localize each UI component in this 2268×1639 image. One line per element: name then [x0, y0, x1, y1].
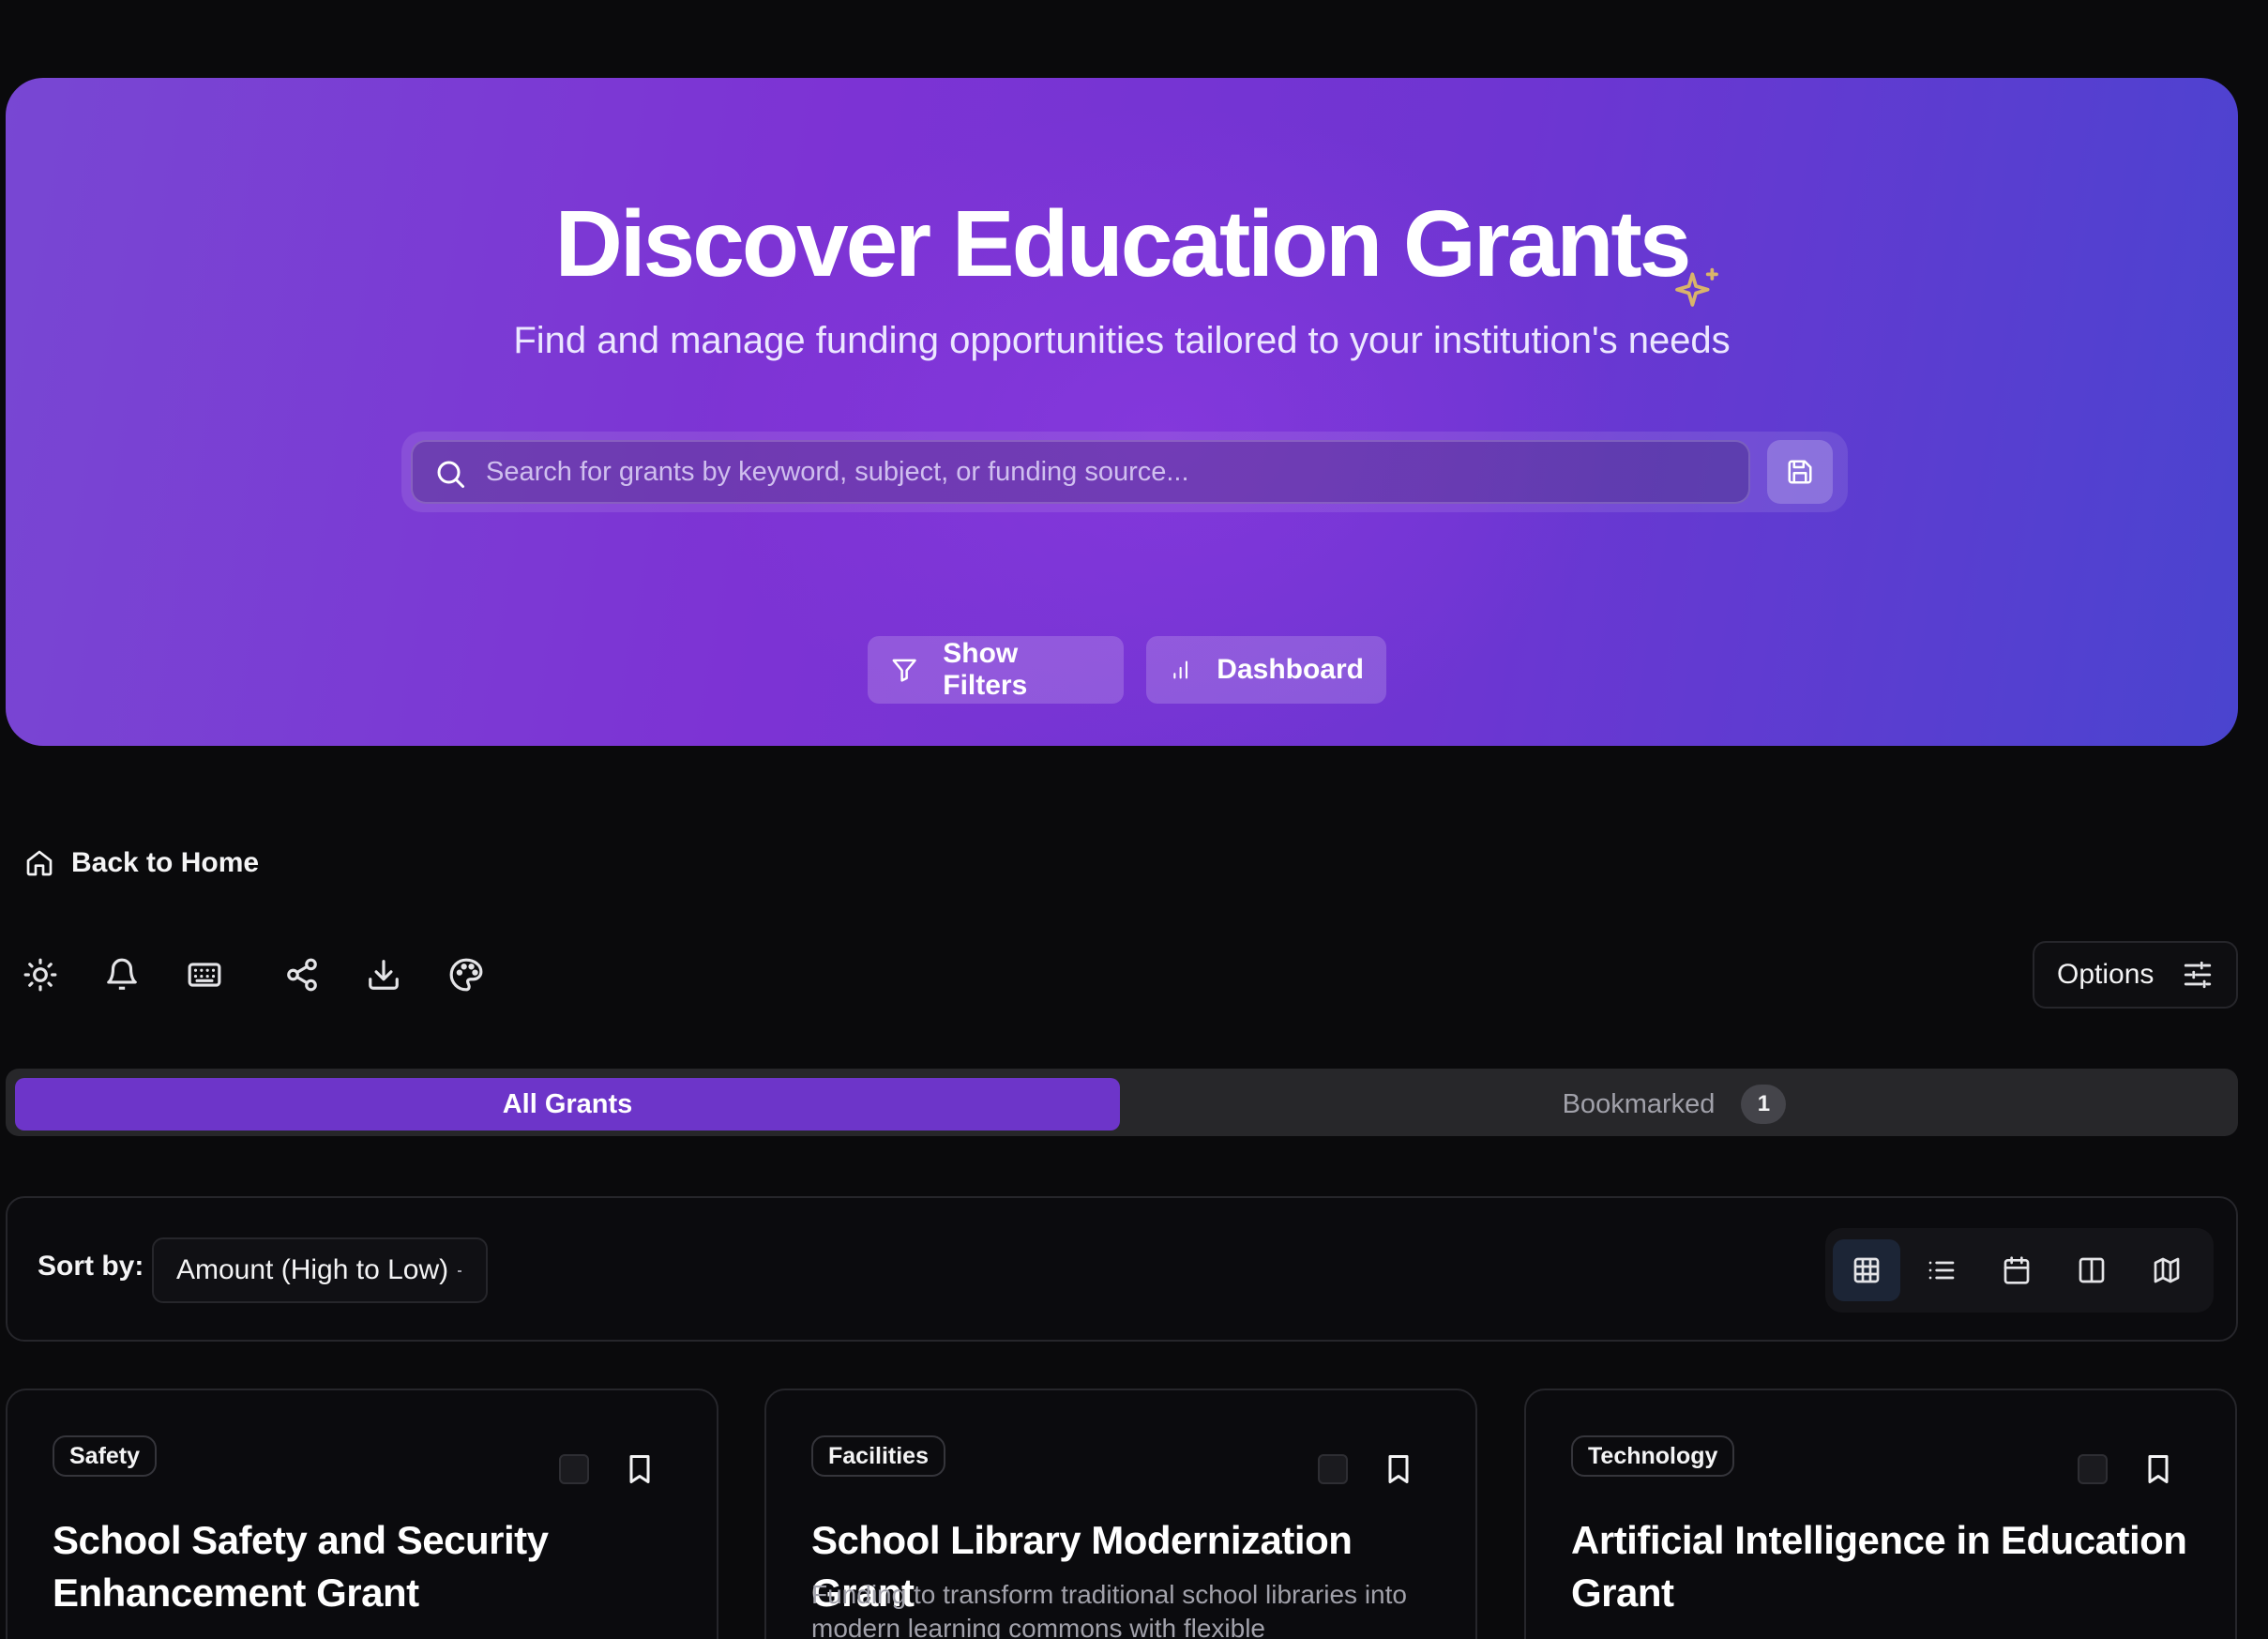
map-view-button[interactable]	[2133, 1239, 2200, 1301]
grant-tabs: All Grants Bookmarked 1	[6, 1069, 2238, 1136]
list-view-button[interactable]	[1908, 1239, 1975, 1301]
grant-title[interactable]: School Safety and Security Enhancement G…	[53, 1514, 690, 1619]
dashboard-button[interactable]: Dashboard	[1146, 636, 1386, 704]
tab-bookmarked[interactable]: Bookmarked 1	[1120, 1078, 2229, 1131]
compare-checkbox[interactable]	[559, 1454, 589, 1484]
page-title: Discover Education Grants	[554, 191, 1692, 296]
sort-selected-value: Amount (High to Low)	[176, 1254, 449, 1285]
palette-icon[interactable]	[448, 957, 484, 993]
sun-icon[interactable]	[23, 957, 58, 993]
bookmark-icon[interactable]	[1382, 1452, 1415, 1486]
share-icon[interactable]	[284, 957, 320, 993]
search-box[interactable]	[411, 440, 1750, 504]
dashboard-label: Dashboard	[1217, 654, 1364, 685]
filter-icon	[892, 659, 916, 682]
view-mode-group	[1825, 1228, 2214, 1313]
show-filters-label: Show Filters	[943, 638, 1028, 701]
page-subtitle: Find and manage funding opportunities ta…	[513, 320, 1731, 361]
category-badge: Safety	[53, 1435, 158, 1477]
search-bar	[401, 432, 1848, 512]
sort-select[interactable]: Amount (High to Low)	[152, 1237, 488, 1303]
category-badge: Technology	[1571, 1435, 1735, 1477]
compare-checkbox[interactable]	[2078, 1454, 2108, 1484]
sliders-icon	[2184, 961, 2212, 989]
save-icon	[1788, 460, 1812, 484]
split-view-icon	[2079, 1257, 2105, 1283]
compare-checkbox[interactable]	[1318, 1454, 1348, 1484]
options-button[interactable]: Options	[2033, 941, 2238, 1009]
search-input[interactable]	[486, 442, 1724, 502]
calendar-view-button[interactable]	[1983, 1239, 2050, 1301]
calendar-view-icon	[2003, 1256, 2030, 1284]
bookmarked-count-badge: 1	[1741, 1085, 1787, 1124]
show-filters-button[interactable]: Show Filters	[868, 636, 1124, 704]
list-view-icon	[1928, 1261, 1955, 1280]
grid-view-button[interactable]	[1833, 1239, 1900, 1301]
home-icon	[26, 850, 53, 876]
options-label: Options	[2057, 959, 2155, 990]
chevron-down-icon	[458, 1270, 461, 1272]
save-search-button[interactable]	[1767, 440, 1833, 504]
grant-card[interactable]: Facilities School Library Modernization …	[764, 1389, 1477, 1639]
grant-card[interactable]: Safety School Safety and Security Enhanc…	[6, 1389, 718, 1639]
sort-toolbar: Sort by: Amount (High to Low)	[6, 1196, 2238, 1342]
keyboard-icon[interactable]	[187, 957, 222, 993]
grant-description: Funding to transform traditional school …	[811, 1580, 1407, 1639]
hero-banner: Discover Education Grants Find and manag…	[6, 78, 2238, 746]
grant-card[interactable]: Technology Artificial Intelligence in Ed…	[1524, 1389, 2237, 1639]
sort-label: Sort by:	[38, 1251, 144, 1282]
bar-chart-icon	[1173, 660, 1188, 679]
split-view-button[interactable]	[2058, 1239, 2125, 1301]
back-to-home-link[interactable]: Back to Home	[24, 847, 259, 879]
tab-all-grants-label: All Grants	[502, 1088, 633, 1119]
category-badge: Facilities	[811, 1435, 945, 1477]
map-view-icon	[2154, 1257, 2180, 1283]
bell-icon[interactable]	[104, 957, 140, 993]
bookmark-icon[interactable]	[2141, 1452, 2175, 1486]
grant-title[interactable]: Artificial Intelligence in Education Gra…	[1571, 1514, 2209, 1619]
tab-all-grants[interactable]: All Grants	[15, 1078, 1120, 1131]
search-icon	[437, 461, 464, 488]
download-icon[interactable]	[366, 957, 401, 993]
tab-bookmarked-label: Bookmarked	[1562, 1088, 1716, 1119]
back-to-home-label: Back to Home	[71, 847, 260, 878]
sparkle-icon	[1675, 267, 1718, 307]
grid-view-icon	[1853, 1257, 1880, 1283]
bookmark-icon[interactable]	[623, 1452, 657, 1486]
